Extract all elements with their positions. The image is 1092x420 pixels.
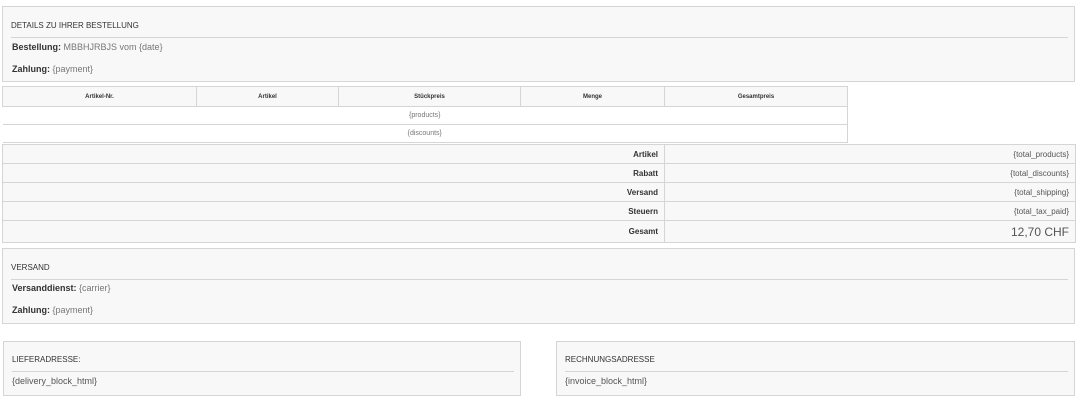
totals-row: Versand {total_shipping}	[2, 182, 1076, 202]
column-header-quantity: Menge	[520, 86, 665, 107]
payment-label: Zahlung:	[12, 64, 50, 74]
column-header-article-number: Artikel-Nr.	[2, 86, 197, 107]
totals-row: Artikel {total_products}	[2, 144, 1076, 164]
order-details-panel: DETAILS ZU IHRER BESTELLUNG Bestellung: …	[2, 6, 1075, 82]
shipping-payment-label: Zahlung:	[12, 305, 50, 315]
invoice-address-panel: RECHNUNGSADRESSE {invoice_block_html}	[556, 341, 1075, 396]
delivery-address-title: LIEFERADRESSE:	[12, 355, 81, 364]
totals-value-tax: {total_tax_paid}	[664, 201, 1076, 221]
order-payment-line: Zahlung: {payment}	[12, 64, 93, 74]
totals-table: Artikel {total_products} Rabatt {total_d…	[2, 144, 1076, 243]
order-reference-line: Bestellung: MBBHJRBJS vom {date}	[12, 42, 163, 52]
table-row: {products}	[2, 106, 848, 125]
carrier-label: Versanddienst:	[12, 283, 77, 293]
column-header-total-price: Gesamtpreis	[664, 86, 848, 107]
divider	[11, 37, 1068, 38]
table-row: {discounts}	[2, 124, 848, 143]
totals-row-grand: Gesamt 12,70 CHF	[2, 220, 1076, 243]
carrier-value: {carrier}	[79, 283, 111, 293]
delivery-address-panel: LIEFERADRESSE: {delivery_block_html}	[3, 341, 521, 396]
order-details-title: DETAILS ZU IHRER BESTELLUNG	[11, 21, 139, 30]
invoice-address-content: {invoice_block_html}	[565, 376, 648, 386]
totals-row: Steuern {total_tax_paid}	[2, 201, 1076, 221]
delivery-address-content: {delivery_block_html}	[12, 376, 98, 386]
totals-label-products: Artikel	[2, 144, 665, 164]
shipping-payment-value: {payment}	[52, 305, 94, 315]
divider	[565, 371, 1068, 372]
column-header-article: Artikel	[196, 86, 339, 107]
divider	[12, 371, 514, 372]
shipping-panel: VERSAND Versanddienst: {carrier} Zahlung…	[2, 248, 1075, 324]
order-reference-value: MBBHJRBJS vom {date}	[63, 42, 163, 52]
totals-row: Rabatt {total_discounts}	[2, 163, 1076, 183]
products-table: Artikel-Nr. Artikel Stückpreis Menge Ges…	[2, 86, 848, 143]
totals-value-shipping: {total_shipping}	[664, 182, 1076, 202]
payment-value: {payment}	[52, 64, 94, 74]
totals-label-tax: Steuern	[2, 201, 665, 221]
totals-label-shipping: Versand	[2, 182, 665, 202]
carrier-line: Versanddienst: {carrier}	[12, 283, 111, 293]
order-label: Bestellung:	[12, 42, 62, 52]
shipping-title: VERSAND	[11, 263, 50, 272]
totals-label-grand-total: Gesamt	[2, 220, 665, 243]
totals-value-discounts: {total_discounts}	[664, 163, 1076, 183]
totals-value-products: {total_products}	[664, 144, 1076, 164]
totals-label-discounts: Rabatt	[2, 163, 665, 183]
column-header-unit-price: Stückpreis	[338, 86, 521, 107]
divider	[11, 279, 1068, 280]
products-table-header: Artikel-Nr. Artikel Stückpreis Menge Ges…	[2, 86, 848, 107]
products-placeholder: {products}	[2, 106, 848, 125]
totals-value-grand-total: 12,70 CHF	[664, 220, 1076, 243]
discounts-placeholder: {discounts}	[2, 124, 848, 143]
shipping-payment-line: Zahlung: {payment}	[12, 305, 93, 315]
invoice-address-title: RECHNUNGSADRESSE	[565, 355, 655, 364]
